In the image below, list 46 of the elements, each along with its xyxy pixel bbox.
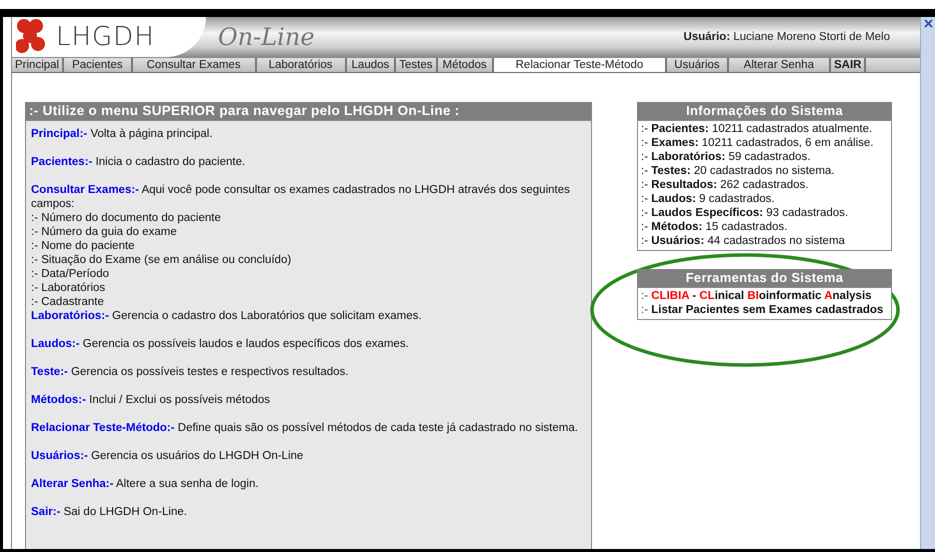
close-icon[interactable] [924,19,932,28]
info-line: :- Laudos: 9 cadastrados. [641,192,776,206]
info-line: :- Pacientes: 10211 cadastrados atualmente. [641,122,874,136]
tool-link[interactable]: :- CLIBIA - CLinical BIoinformatic Analysis [641,289,888,303]
help-list-item: :- Número do documento do paciente [31,211,222,225]
help-entry: Usuários:- Gerencia os usuários do LHGDH On-Line [31,449,304,463]
menu-tab[interactable]: Laboratórios [256,58,347,72]
help-entry: Laudos:- Gerencia os possíveis laudos e laudos específicos dos exames. [31,337,410,351]
help-list-item: :- Cadastrante [31,295,105,309]
menu-tab[interactable]: Alterar Senha [728,58,831,72]
info-line: :- Exames: 10211 cadastrados, 6 em análise. [641,136,875,150]
info-line: :- Usuários: 44 cadastrados no sistema [641,234,846,248]
help-list-item: :- Nome do paciente [31,239,136,253]
help-list-item: :- Número da guia do exame [31,225,178,239]
info-line: :- Resultados: 262 cadastrados. [641,178,810,192]
panel-title: Ferramentas do Sistema [637,269,892,287]
help-entry: Alterar Senha:- Altere a sua senha de login. [31,477,260,491]
menu-tab[interactable]: Pacientes [64,58,133,72]
help-entry: Consultar Exames:- Aqui você pode consultar os exames cadastrados no LHGDH através dos seguintes campos: [31,183,571,211]
menu-tab[interactable]: Laudos [346,58,396,72]
help-entry: Sair:- Sai do LHGDH On-Line. [31,505,188,519]
help-list-item: :- Situação do Exame (se em análise ou concluído) [31,253,292,267]
info-line: :- Laudos Específicos: 93 cadastrados. [641,206,850,220]
menu-tab[interactable]: Testes [396,58,438,72]
menu-tab[interactable]: Principal [12,58,64,72]
help-list-item: :- Laboratórios [31,281,106,295]
help-entry: Teste:- Gerencia os possíveis testes e respectivos resultados. [31,365,350,379]
menu-tab[interactable]: Usuários [667,58,729,72]
menu-tab[interactable]: SAIR [830,58,866,72]
info-line: :- Testes: 20 cadastrados no sistema. [641,164,836,178]
help-entry: Principal:- Volta à página principal. [31,127,214,141]
info-line: :- Laboratórios: 59 cadastrados. [641,150,812,164]
help-entry: Relacionar Teste-Método:- Define quais são os possível métodos de cada teste já cadastrado no sistema. [31,421,579,435]
info-line: :- Métodos: 15 cadastrados. [641,220,788,234]
help-entry: Métodos:- Inclui / Exclui os possíveis métodos [31,393,272,407]
help-entry: Laboratórios:- Gerencia o cadastro dos Laboratórios que solicitam exames. [31,309,423,323]
menu-tab[interactable]: Relacionar Teste-Método [494,58,668,72]
panel-title: :- Utilize o menu SUPERIOR para navegar pelo LHGDH On-Line : [25,102,592,120]
menu-tab[interactable]: Consultar Exames [132,58,257,72]
logo-text: LHGDH [56,22,155,52]
panel-title: Informações do Sistema [637,102,892,120]
tool-link[interactable]: :- Listar Pacientes sem Exames cadastrados [641,303,888,317]
help-entry: Pacientes:- Inicia o cadastro do paciente. [31,155,246,169]
site-title: On-Line [218,23,315,51]
help-list-item: :- Data/Período [31,267,110,281]
user-info: Usuário: Luciane Moreno Storti de Melo [684,31,890,43]
